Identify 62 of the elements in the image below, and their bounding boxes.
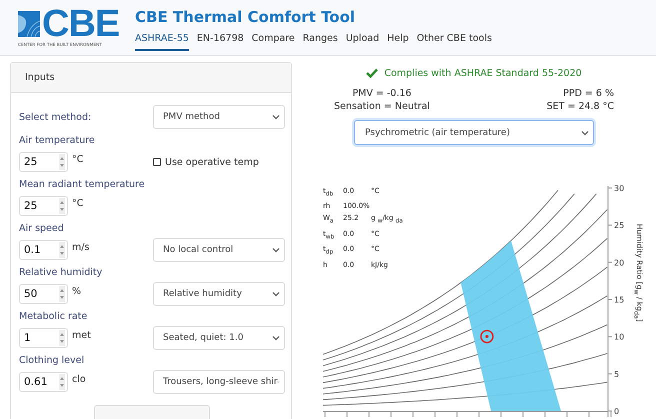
field-label: Relative humidity bbox=[19, 267, 104, 278]
spinner-icon[interactable] bbox=[59, 330, 65, 346]
pmv-value: PMV = -0.16 bbox=[351, 88, 412, 99]
dropdown[interactable]: Trousers, long-sleeve shir bbox=[153, 370, 285, 394]
checkbox-label: Use operative temp bbox=[165, 156, 259, 168]
unit-label: % bbox=[72, 286, 82, 296]
spinner-icon[interactable] bbox=[59, 154, 65, 170]
nav-link[interactable]: Upload bbox=[346, 33, 380, 51]
button[interactable] bbox=[94, 405, 210, 419]
dropdown[interactable]: PMV method bbox=[153, 105, 285, 129]
nav-link[interactable]: Compare bbox=[252, 33, 295, 51]
chevron-icon bbox=[272, 335, 280, 341]
axis-tick-label: 0 bbox=[614, 407, 620, 416]
spinner-icon[interactable] bbox=[59, 374, 65, 390]
ppd-value: PPD = 6 % bbox=[562, 88, 614, 99]
nav-link[interactable]: Help bbox=[387, 33, 409, 51]
unit-label: met bbox=[72, 330, 91, 340]
axis-tick-label: 25 bbox=[614, 221, 624, 230]
field-label: Select method: bbox=[19, 112, 92, 122]
field-label: Mean radiant temperature bbox=[19, 179, 146, 190]
field-label: Air temperature bbox=[19, 135, 96, 146]
nav-link[interactable]: EN-16798 bbox=[196, 33, 244, 51]
checkbox[interactable] bbox=[153, 158, 161, 166]
nav-link[interactable]: ASHRAE-55 bbox=[135, 33, 189, 51]
logo-text: CBE bbox=[42, 7, 120, 41]
unit-label: °C bbox=[72, 154, 84, 164]
unit-label: °C bbox=[72, 198, 84, 208]
number-field[interactable]: 25 bbox=[19, 152, 68, 172]
axis-tick-label: 30 bbox=[614, 184, 624, 193]
compliance-status: Complies with ASHRAE Standard 55-2020 bbox=[384, 68, 582, 78]
chevron-icon bbox=[272, 247, 280, 253]
chevron-icon bbox=[272, 114, 280, 120]
number-field[interactable]: 0.61 bbox=[19, 372, 68, 392]
field-label: Air speed bbox=[19, 223, 65, 234]
app-title: CBE Thermal Comfort Tool bbox=[135, 8, 356, 26]
unit-label: clo bbox=[72, 374, 86, 384]
chart-type-dropdown[interactable]: Psychrometric (air temperature) bbox=[354, 120, 594, 145]
logo-mark-icon bbox=[18, 11, 40, 37]
nav-link[interactable]: Ranges bbox=[302, 33, 338, 51]
chevron-icon bbox=[272, 291, 280, 297]
set-value: SET = 24.8 °C bbox=[546, 101, 614, 112]
dropdown[interactable]: No local control bbox=[153, 238, 285, 262]
dropdown[interactable]: Seated, quiet: 1.0 bbox=[153, 326, 285, 350]
axis-tick-label: 10 bbox=[614, 332, 624, 342]
number-field[interactable]: 0.1 bbox=[19, 240, 68, 260]
number-field[interactable]: 1 bbox=[19, 328, 68, 348]
nav-link[interactable]: Other CBE tools bbox=[416, 33, 492, 51]
chevron-icon bbox=[581, 130, 589, 136]
panel-title: Inputs bbox=[25, 72, 55, 83]
number-field[interactable]: 25 bbox=[19, 196, 68, 216]
axis-tick-label: 15 bbox=[614, 296, 624, 304]
axis-tick-label: 20 bbox=[614, 258, 624, 268]
field-label: Metabolic rate bbox=[19, 311, 88, 322]
spinner-icon[interactable] bbox=[59, 198, 65, 214]
dropdown[interactable]: Relative humidity bbox=[153, 282, 285, 306]
number-field[interactable]: 50 bbox=[19, 284, 68, 304]
unit-label: m/s bbox=[72, 242, 90, 252]
axis-tick-label: 5 bbox=[614, 370, 620, 379]
sensation-value: Sensation = Neutral bbox=[334, 101, 430, 112]
spinner-icon[interactable] bbox=[59, 286, 65, 302]
field-label: Clothing level bbox=[19, 355, 86, 366]
spinner-icon[interactable] bbox=[59, 242, 65, 258]
